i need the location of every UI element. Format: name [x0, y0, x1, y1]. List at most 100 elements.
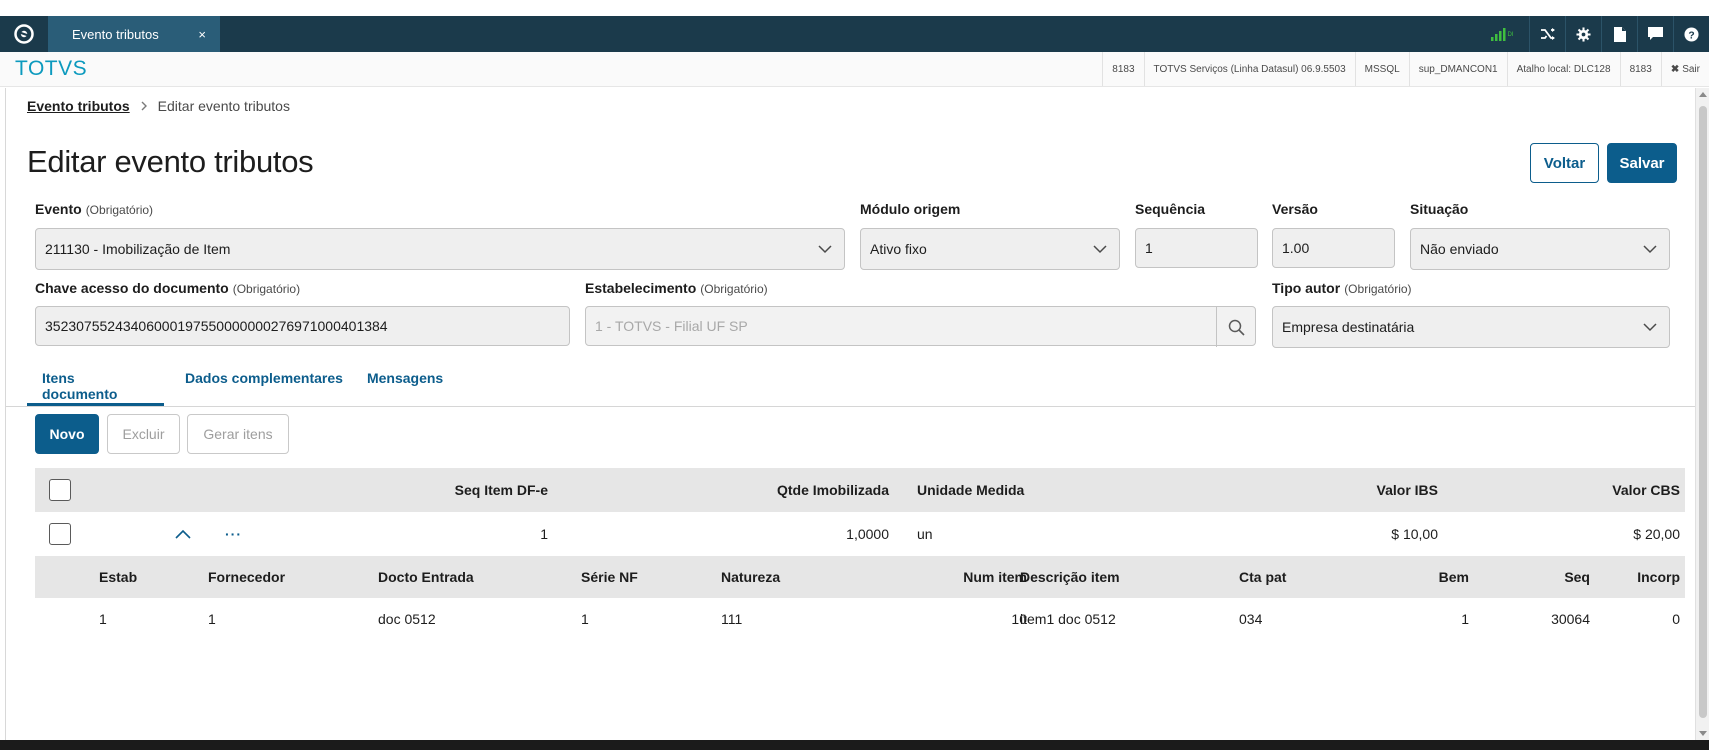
estabelecimento-label: Estabelecimento (Obrigatório): [585, 280, 768, 296]
col-valor-ibs[interactable]: Valor IBS: [1235, 468, 1438, 512]
svg-text:?: ?: [1688, 30, 1694, 41]
situacao-label: Situação: [1410, 201, 1469, 217]
col-estab: Estab: [99, 569, 138, 585]
sequencia-input[interactable]: 1: [1135, 228, 1258, 268]
top-navbar: Evento tributos × DI ?: [0, 16, 1709, 52]
breadcrumb-current: Editar evento tributos: [157, 98, 290, 114]
table-header: Seq Item DF-e Qtde Imobilizada Unidade M…: [35, 468, 1685, 512]
chave-input[interactable]: 3523075524340600019755000000027697100040…: [35, 306, 570, 346]
info-database: MSSQL: [1354, 52, 1409, 86]
active-tab-indicator: [27, 403, 164, 406]
cell-unidade: un: [917, 526, 933, 542]
col-seq: Seq: [1564, 569, 1590, 585]
cell-cta-pat: 034: [1239, 611, 1263, 627]
chevron-right-icon: [140, 99, 148, 114]
search-button[interactable]: [1216, 307, 1255, 347]
situacao-select[interactable]: Não enviado: [1410, 228, 1670, 270]
chave-value: 3523075524340600019755000000027697100040…: [45, 318, 388, 334]
scroll-down-icon[interactable]: [1699, 731, 1707, 736]
scroll-up-icon[interactable]: [1699, 92, 1707, 97]
evento-select[interactable]: 211130 - Imobilização de Item: [35, 228, 845, 270]
chevron-down-icon: [1643, 323, 1657, 332]
cell-fornecedor: 1: [208, 611, 216, 627]
page-scrollbar[interactable]: [1695, 88, 1709, 740]
shuffle-icon[interactable]: [1529, 16, 1565, 52]
close-icon: ✖: [1670, 63, 1680, 75]
versao-input[interactable]: 1.00: [1272, 228, 1395, 268]
col-qtde[interactable]: Qtde Imobilizada: [675, 468, 889, 512]
col-seq-item[interactable]: Seq Item DF-e: [335, 468, 548, 512]
col-incorp: Incorp: [1637, 569, 1680, 585]
app-menu-button[interactable]: [0, 16, 48, 52]
page-border: [5, 88, 6, 740]
generate-items-button[interactable]: Gerar itens: [187, 414, 289, 454]
chat-icon[interactable]: [1637, 16, 1673, 52]
cell-incorp: 0: [1672, 611, 1680, 627]
info-user-code: 8183: [1102, 52, 1143, 86]
row-more-icon[interactable]: ···: [225, 512, 242, 556]
row-checkbox[interactable]: [49, 512, 71, 556]
col-num-item: Num item: [963, 569, 1027, 585]
col-unidade[interactable]: Unidade Medida: [917, 468, 1024, 512]
logout-button[interactable]: ✖ Sair: [1660, 52, 1709, 86]
sequencia-value: 1: [1145, 240, 1153, 256]
detail-table-row: 1 1 doc 0512 1 111 10 item1 doc 0512 034…: [35, 597, 1685, 641]
col-valor-cbs[interactable]: Valor CBS: [1485, 468, 1680, 512]
save-button[interactable]: Salvar: [1607, 143, 1677, 183]
breadcrumb-parent-link[interactable]: Evento tributos: [27, 98, 130, 114]
signal-icon[interactable]: DI: [1479, 16, 1529, 52]
sequencia-label: Sequência: [1135, 201, 1206, 217]
info-shortcut: Atalho local: DLC128: [1506, 52, 1620, 86]
col-natureza: Natureza: [721, 569, 781, 585]
logout-label: Sair: [1682, 63, 1700, 75]
col-serie-nf: Série NF: [581, 569, 638, 585]
cell-seq: 1: [540, 526, 548, 542]
cell-valor-cbs: $ 20,00: [1633, 526, 1680, 542]
chevron-down-icon: [1643, 245, 1657, 254]
os-taskbar: [0, 740, 1709, 750]
delete-button[interactable]: Excluir: [107, 414, 180, 454]
totvs-logo-icon: [14, 24, 34, 44]
versao-value: 1.00: [1282, 240, 1310, 256]
close-tab-icon[interactable]: ×: [198, 27, 206, 42]
cell-natureza: 111: [721, 611, 743, 627]
app-header: TOTVS 8183 TOTVS Serviços (Linha Datasul…: [0, 52, 1709, 87]
table-row[interactable]: ··· 1 1,0000 un $ 10,00 $ 20,00: [35, 512, 1685, 556]
modulo-label: Módulo origem: [860, 201, 961, 217]
col-descricao-item: Descrição item: [1020, 569, 1120, 585]
modulo-select[interactable]: Ativo fixo: [860, 228, 1120, 270]
tab-itens-documento[interactable]: Itens documento: [27, 370, 164, 406]
select-all-checkbox[interactable]: [49, 468, 71, 512]
info-user: sup_DMANCON1: [1408, 52, 1507, 86]
versao-label: Versão: [1272, 201, 1318, 217]
tipo-autor-label: Tipo autor (Obrigatório): [1272, 280, 1412, 296]
gear-icon[interactable]: [1565, 16, 1601, 52]
document-icon[interactable]: [1601, 16, 1637, 52]
estabelecimento-input: 1 - TOTVS - Filial UF SP: [585, 306, 1256, 347]
chevron-up-icon[interactable]: [175, 512, 191, 556]
situacao-value: Não enviado: [1420, 241, 1499, 257]
info-product: TOTVS Serviços (Linha Datasul) 06.9.5503: [1143, 52, 1355, 86]
modulo-value: Ativo fixo: [870, 241, 927, 257]
tipo-autor-select[interactable]: Empresa destinatária: [1272, 306, 1670, 348]
tabs-divider: [6, 406, 1695, 407]
evento-value: 211130 - Imobilização de Item: [45, 241, 231, 257]
chave-label: Chave acesso do documento (Obrigatório): [35, 280, 301, 296]
new-button[interactable]: Novo: [35, 414, 99, 454]
svg-text:DI: DI: [1508, 32, 1514, 38]
cell-estab: 1: [99, 611, 107, 627]
tab-title: Evento tributos: [72, 26, 159, 42]
tab-evento-tributos[interactable]: Evento tributos ×: [48, 16, 220, 52]
search-icon: [1228, 319, 1245, 336]
tab-mensagens[interactable]: Mensagens: [355, 370, 455, 406]
cell-bem: 1: [1461, 611, 1469, 627]
os-title-strip: [0, 0, 1709, 16]
cell-qtde: 1,0000: [846, 526, 889, 542]
breadcrumb: Evento tributos Editar evento tributos: [27, 98, 290, 114]
help-icon[interactable]: ?: [1673, 16, 1709, 52]
scroll-thumb[interactable]: [1699, 106, 1707, 718]
chevron-down-icon: [1093, 245, 1107, 254]
cell-seq: 30064: [1551, 611, 1590, 627]
back-button[interactable]: Voltar: [1530, 143, 1599, 183]
tab-dados-complementares[interactable]: Dados complementares: [164, 370, 355, 406]
